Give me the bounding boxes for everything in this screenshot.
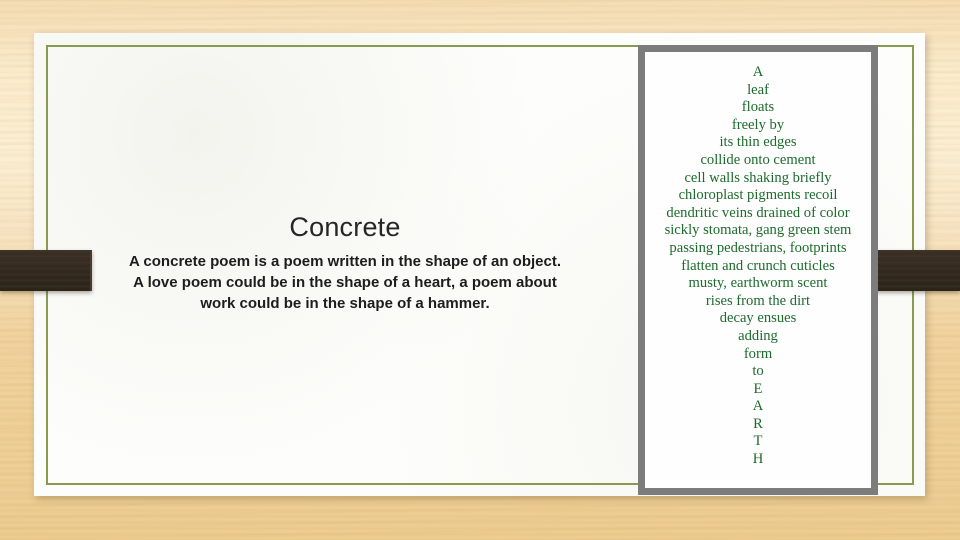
- page-title: Concrete: [289, 212, 401, 242]
- right-binder-band: [868, 250, 960, 291]
- poem-line: A: [752, 398, 764, 415]
- poem-line: R: [753, 415, 763, 432]
- poem-line: floats: [741, 99, 775, 116]
- poem-line: leaf: [747, 81, 769, 98]
- poem-line: H: [752, 451, 764, 468]
- poem-line: to: [752, 363, 764, 380]
- concrete-poem-canvas: A leaf floats freely by its thin edges c…: [645, 52, 871, 488]
- poem-line: flatten and crunch cuticles: [681, 257, 835, 274]
- concrete-poem-text: A leaf floats freely by its thin edges c…: [645, 64, 871, 469]
- poem-line: its thin edges: [719, 134, 797, 151]
- poem-line: freely by: [731, 116, 785, 133]
- left-binder-band: [0, 250, 92, 291]
- body-line: A concrete poem is a poem written in the…: [128, 253, 562, 270]
- body-line: A love poem could be in the shape of a h…: [133, 274, 557, 291]
- presentation-slide: Concrete A concrete poem is a poem writt…: [0, 0, 960, 540]
- concrete-poem-image-frame: A leaf floats freely by its thin edges c…: [638, 45, 878, 495]
- poem-line: rises from the dirt: [705, 292, 811, 309]
- poem-line: T: [753, 433, 763, 450]
- poem-line: sickly stomata, gang green stem: [664, 222, 852, 239]
- poem-line: musty, earthworm scent: [688, 275, 828, 292]
- poem-line: collide onto cement: [700, 151, 816, 168]
- slide-body-text: A concrete poem is a poem written in the…: [80, 251, 610, 314]
- poem-line: form: [743, 345, 773, 362]
- poem-line: decay ensues: [719, 310, 797, 327]
- body-line: work could be in the shape of a hammer.: [200, 295, 490, 312]
- poem-line: chloroplast pigments recoil: [678, 187, 838, 204]
- poem-line: adding: [738, 327, 778, 344]
- poem-line: cell walls shaking briefly: [684, 169, 832, 186]
- slide-text-column: Concrete A concrete poem is a poem writt…: [80, 210, 610, 314]
- poem-line: dendritic veins drained of color: [666, 204, 850, 221]
- poem-line: passing pedestrians, footprints: [669, 239, 847, 256]
- poem-line: E: [753, 380, 763, 397]
- poem-line: A: [752, 64, 764, 80]
